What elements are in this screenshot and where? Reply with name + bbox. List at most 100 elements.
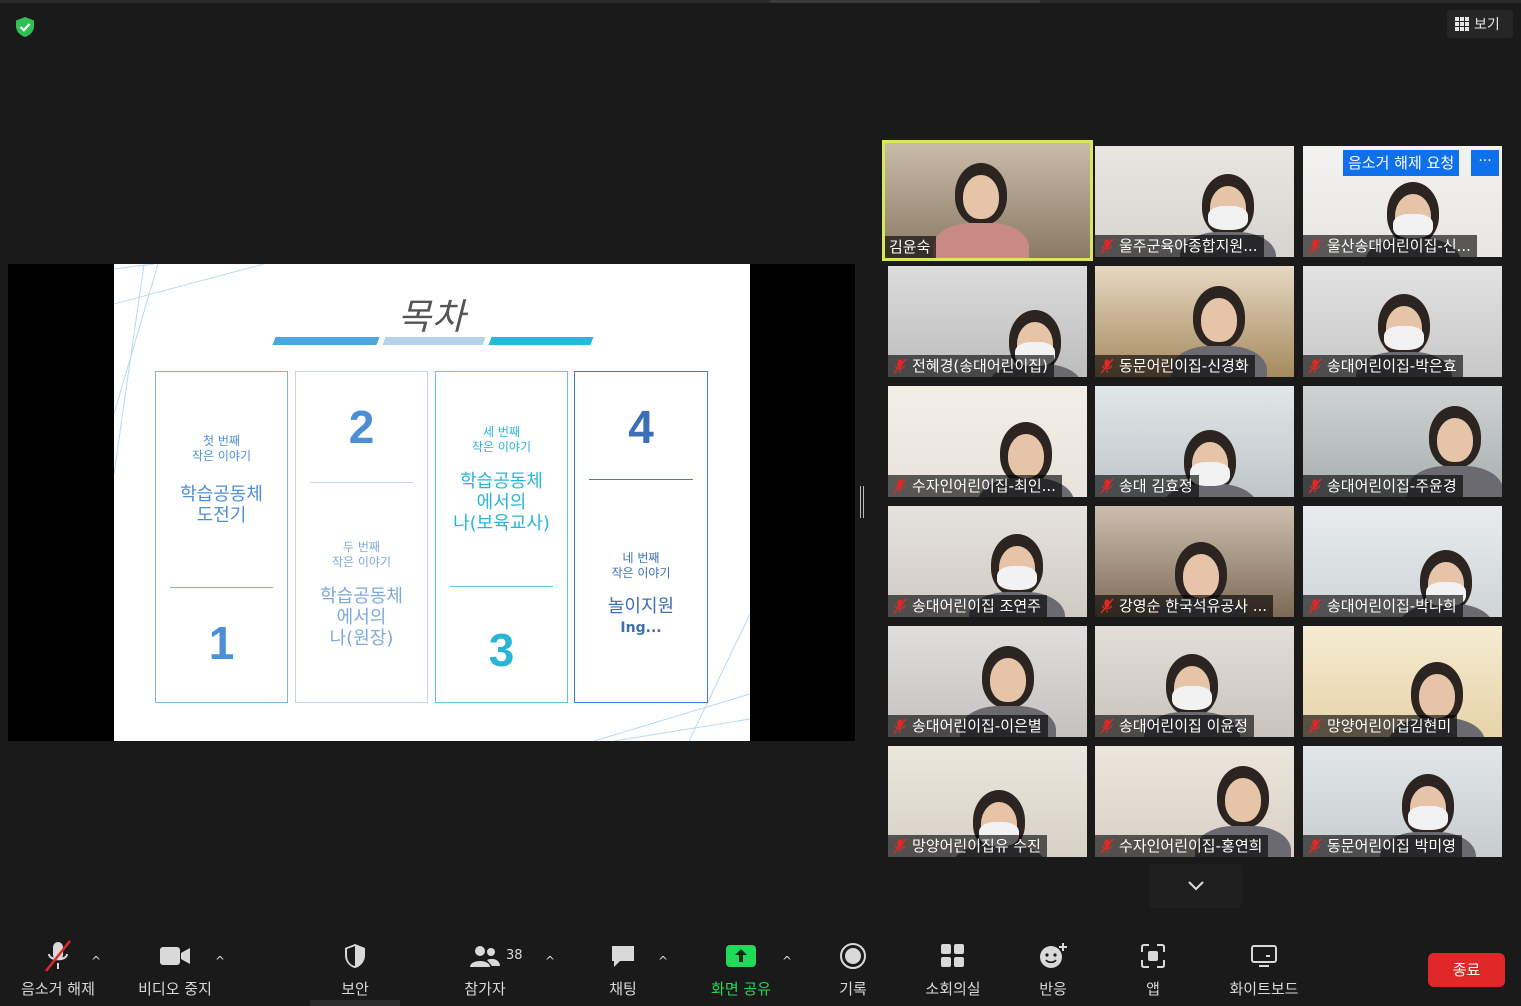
participant-tile[interactable]: 수자인어린이집-최인... (888, 386, 1087, 497)
participant-tile[interactable]: 송대어린이집-주윤경 (1303, 386, 1502, 497)
participant-tile[interactable]: 김윤숙 (882, 140, 1093, 261)
card-divider (310, 482, 413, 483)
share-screen-button[interactable]: 화면 공유 (700, 936, 782, 1006)
video-options-caret[interactable]: ^ (215, 954, 225, 968)
mic-muted-icon (1308, 238, 1322, 254)
mic-muted-icon (1308, 598, 1322, 614)
participant-tile[interactable]: 망양어린이집김현미 (1303, 626, 1502, 737)
card-small-line: 첫 번째 (203, 434, 240, 448)
title-bar-2 (382, 337, 486, 345)
security-label: 보안 (341, 980, 369, 998)
title-bar-1 (272, 337, 380, 345)
unmute-label: 음소거 해제 (21, 980, 95, 998)
stop-video-button[interactable]: 비디오 중지 (128, 936, 222, 1006)
apps-label: 앱 (1146, 980, 1160, 998)
security-button[interactable]: 보안 (310, 936, 400, 1006)
shield-check-icon[interactable] (14, 16, 36, 38)
participant-name: 송대어린이집 조연주 (912, 597, 1041, 615)
record-button[interactable]: 기록 (822, 936, 884, 1006)
card-big-line: 학습공동체 (320, 586, 403, 607)
apps-button[interactable]: 앱 (1122, 936, 1184, 1006)
breakout-rooms-button[interactable]: 소회의실 (916, 936, 990, 1006)
participant-tile[interactable]: 동문어린이집 박미영 (1303, 746, 1502, 857)
person-face (1201, 298, 1237, 342)
participant-tile[interactable]: 송대어린이집 조연주 (888, 506, 1087, 617)
participant-name: 동문어린이집 박미영 (1327, 837, 1456, 855)
participant-tile[interactable]: 송대어린이집-이은별 (888, 626, 1087, 737)
card-big-line: 나(원장) (329, 628, 394, 649)
splitter-handle[interactable] (860, 486, 864, 518)
participant-tile[interactable]: 수자인어린이집-홍연희 (1095, 746, 1294, 857)
chat-icon (612, 946, 634, 967)
face-mask (997, 566, 1037, 590)
participant-tile[interactable]: 울산송대어린이집-신... 음소거 해제 요청 ··· (1303, 146, 1502, 257)
title-bar-3 (488, 337, 594, 345)
participant-name-tag: 송대 김효정 (1095, 475, 1199, 497)
chevron-down-icon (1187, 881, 1204, 891)
card-small-line: 작은 이야기 (331, 555, 391, 569)
participant-tile[interactable]: 송대 김효정 (1095, 386, 1294, 497)
toc-card-1: 첫 번째 작은 이야기 학습공동체 도전기 1 (155, 371, 288, 703)
card-extra: Ing... (620, 620, 662, 636)
top-strip (0, 0, 1521, 3)
card-divider (170, 587, 273, 588)
whiteboard-button[interactable]: 화이트보드 (1220, 936, 1308, 1006)
apps-icon (1141, 944, 1165, 968)
participant-tile[interactable]: 송대어린이집-박은효 (1303, 266, 1502, 377)
top-strip-highlight (770, 0, 1040, 3)
toolbar-hover-indicator (310, 1000, 400, 1006)
participant-tile[interactable]: 망양어린이집유 수진 (888, 746, 1087, 857)
mic-muted-icon (1100, 838, 1114, 854)
participant-tile[interactable]: 울주군육아종합지원... (1095, 146, 1294, 257)
shield-icon (345, 944, 365, 968)
request-unmute-button[interactable]: 음소거 해제 요청 (1343, 150, 1460, 176)
participant-tile[interactable]: 송대어린이집-박나희 (1303, 506, 1502, 617)
share-options-caret[interactable]: ^ (782, 954, 792, 968)
participant-name-tag: 망양어린이집유 수진 (888, 835, 1047, 857)
unmute-button[interactable]: 음소거 해제 (10, 936, 106, 1006)
participant-name: 송대어린이집-주윤경 (1327, 477, 1457, 495)
person-face (1419, 674, 1455, 718)
participant-tile[interactable]: 동문어린이집-신경화 (1095, 266, 1294, 377)
toc-card-4: 4 네 번째 작은 이야기 놀이지원 Ing... (574, 371, 708, 703)
presentation-slide: 목차 첫 번째 작은 이야기 학습공동체 도전기 1 2 두 번째 작은 이야기 (114, 264, 750, 741)
toc-card-2: 2 두 번째 작은 이야기 학습공동체 에서의 나(원장) (295, 371, 428, 703)
card-big-line: 놀이지원 (607, 596, 675, 617)
card-big-line: 에서의 (476, 492, 527, 513)
participant-name-tag: 강영순 한국석유공사 ... (1095, 595, 1274, 617)
participant-name-tag: 김윤숙 (885, 236, 937, 258)
participant-name-tag: 송대어린이집-박은효 (1303, 355, 1463, 377)
mic-muted-icon (1100, 598, 1114, 614)
more-options-button[interactable]: ··· (1471, 150, 1499, 176)
participant-tile[interactable]: 송대어린이집 이윤정 (1095, 626, 1294, 737)
participant-name-tag: 전혜경(송대어린이집) (888, 355, 1054, 377)
shared-screen[interactable]: 목차 첫 번째 작은 이야기 학습공동체 도전기 1 2 두 번째 작은 이야기 (8, 264, 855, 741)
participant-name: 울산송대어린이집-신... (1327, 237, 1471, 255)
participant-name-tag: 수자인어린이집-홍연희 (1095, 835, 1269, 857)
chat-options-caret[interactable]: ^ (658, 954, 668, 968)
participant-name: 송대어린이집-박은효 (1327, 357, 1457, 375)
participants-button[interactable]: 참가자 (440, 936, 530, 1006)
reactions-button[interactable]: 반응 (1022, 936, 1084, 1006)
participant-name: 송대어린이집-박나희 (1327, 597, 1457, 615)
mic-muted-icon (1308, 718, 1322, 734)
mic-muted-icon (1308, 478, 1322, 494)
person-face (1183, 554, 1219, 598)
mic-muted-icon (893, 478, 907, 494)
participant-tile[interactable]: 전혜경(송대어린이집) (888, 266, 1087, 377)
chat-button[interactable]: 채팅 (590, 936, 656, 1006)
audio-options-caret[interactable]: ^ (91, 954, 101, 968)
view-button[interactable]: 보기 (1447, 10, 1513, 38)
participant-name-tag: 송대어린이집-이은별 (888, 715, 1048, 737)
end-meeting-button[interactable]: 종료 (1428, 953, 1505, 987)
participant-name-tag: 송대어린이집-박나희 (1303, 595, 1463, 617)
stop-video-label: 비디오 중지 (138, 980, 212, 998)
face-mask (1384, 326, 1424, 350)
view-label: 보기 (1474, 17, 1500, 33)
participants-options-caret[interactable]: ^ (545, 954, 555, 968)
participant-name-tag: 동문어린이집 박미영 (1303, 835, 1462, 857)
participant-tile[interactable]: 강영순 한국석유공사 ... (1095, 506, 1294, 617)
gallery-scroll-down-button[interactable] (1149, 864, 1242, 908)
participant-name: 수자인어린이집-홍연희 (1119, 837, 1263, 855)
participant-name-tag: 망양어린이집김현미 (1303, 715, 1458, 737)
